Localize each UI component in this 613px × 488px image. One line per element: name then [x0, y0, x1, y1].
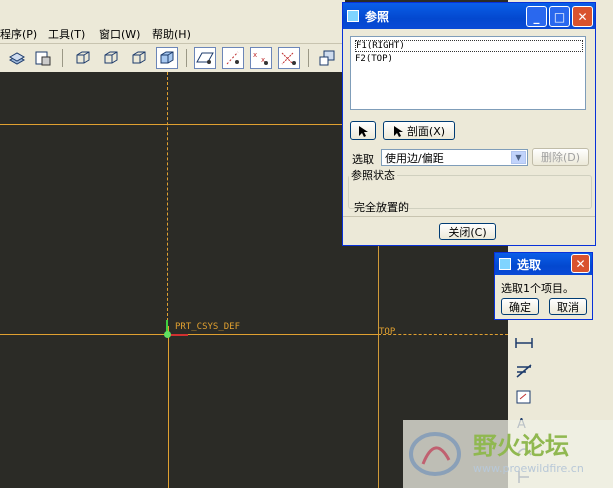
section-button[interactable]: 剖面(X) [383, 121, 455, 140]
dimension-icon[interactable] [512, 332, 536, 354]
close-button[interactable]: 关闭(C) [439, 223, 496, 240]
minimize-icon[interactable]: _ [526, 6, 547, 27]
top-datum-dashed-line [378, 334, 508, 335]
section-button-label: 剖面(X) [406, 124, 446, 138]
ok-button[interactable]: 确定 [501, 298, 539, 315]
model-tree-icon[interactable] [316, 47, 338, 69]
select-dialog: 选取 ✕ 选取1个项目。 确定 取消 [494, 252, 593, 320]
references-list[interactable]: F1(RIGHT) F2(TOP) [350, 36, 586, 110]
select-dialog-title: 选取 [517, 257, 542, 272]
watermark-logo-icon [409, 432, 461, 476]
datum-axis-display-icon[interactable] [222, 47, 244, 69]
modify-icon[interactable] [512, 360, 536, 382]
hidden-line-icon[interactable] [100, 47, 122, 69]
csys-origin[interactable] [164, 331, 171, 338]
toolbar-separator [308, 49, 309, 67]
menu-help[interactable]: 帮助(H) [152, 26, 191, 42]
select-mode-dropdown[interactable]: 使用边/偏距 ▼ [381, 149, 528, 166]
shading-icon[interactable] [156, 47, 178, 69]
dialog-app-icon [499, 258, 511, 270]
datum-top-label: TOP [379, 327, 396, 337]
select-arrow-button[interactable] [350, 121, 376, 140]
select-dialog-titlebar[interactable]: 选取 ✕ [495, 253, 592, 275]
toolbar-separator [62, 49, 63, 67]
csys-x-axis [168, 334, 188, 336]
maximize-icon[interactable]: □ [549, 6, 570, 27]
reference-status-legend: 参照状态 [351, 169, 395, 182]
csys-display-icon[interactable] [278, 47, 300, 69]
toolbar: xx [0, 44, 345, 72]
select-label: 选取 [352, 153, 374, 166]
select-dialog-message: 选取1个项目。 [501, 282, 574, 295]
cancel-button[interactable]: 取消 [549, 298, 587, 315]
top-reference-line [0, 124, 345, 125]
datum-point-display-icon[interactable]: xx [250, 47, 272, 69]
menu-tools[interactable]: 工具(T) [48, 26, 85, 42]
no-hidden-icon[interactable] [128, 47, 150, 69]
right-datum-dashed-line [167, 72, 168, 326]
right-datum-line [168, 326, 169, 488]
datum-plane-display-icon[interactable] [194, 47, 216, 69]
menu-program[interactable]: 程序(P) [0, 26, 37, 42]
toolbar-separator [186, 49, 187, 67]
chevron-down-icon[interactable]: ▼ [511, 151, 526, 164]
list-item[interactable]: F1(RIGHT) [355, 40, 583, 52]
csys-label: PRT_CSYS_DEF [175, 322, 241, 332]
list-item[interactable]: F2(TOP) [355, 54, 393, 64]
close-icon[interactable]: ✕ [572, 6, 593, 27]
reference-status-group: 参照状态 完全放置的 [348, 167, 592, 214]
svg-text:x: x [253, 51, 257, 59]
references-dialog: 参照 _ □ ✕ F1(RIGHT) F2(TOP) 剖面(X) 选取 使用边/… [342, 2, 596, 246]
save-model-icon[interactable] [32, 47, 54, 69]
close-icon[interactable]: ✕ [571, 254, 590, 273]
pointer-icon [393, 125, 403, 137]
references-dialog-titlebar[interactable]: 参照 _ □ ✕ [343, 3, 595, 29]
pointer-icon [359, 125, 368, 137]
references-dialog-title: 参照 [365, 9, 390, 24]
layers-icon[interactable] [6, 47, 28, 69]
reference-status-text: 完全放置的 [354, 201, 409, 214]
wireframe-icon[interactable] [72, 47, 94, 69]
menu-bar: 程序(P) 工具(T) 窗口(W) 帮助(H) [0, 0, 345, 44]
top-datum-line [0, 334, 378, 335]
watermark: 野火论坛 www.proewildfire.cn [403, 420, 613, 488]
select-mode-value: 使用边/偏距 [385, 151, 444, 165]
dialog-app-icon [347, 10, 359, 22]
delete-button[interactable]: 删除(D) [532, 148, 589, 166]
watermark-url: www.proewildfire.cn [473, 462, 584, 475]
watermark-title: 野火论坛 [473, 432, 569, 460]
menu-window[interactable]: 窗口(W) [99, 26, 140, 42]
constraint-icon[interactable] [512, 386, 536, 408]
dialog-divider [343, 216, 595, 217]
